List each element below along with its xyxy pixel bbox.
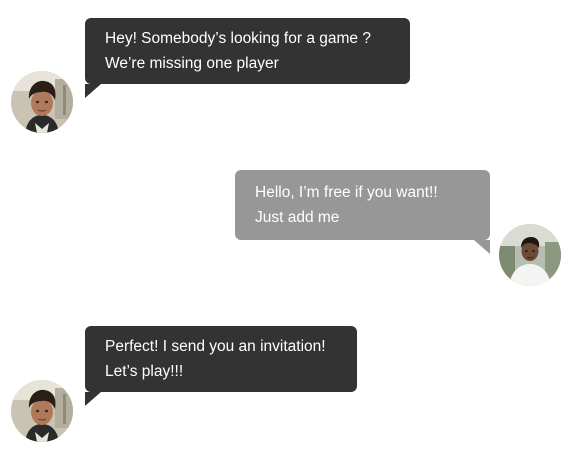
avatar[interactable]: [499, 224, 561, 286]
message-text-line: Hello, I’m free if you want!!: [255, 184, 438, 201]
message-bubble-2: Hello, I’m free if you want!! Just add m…: [235, 170, 490, 254]
bubble-tail: [85, 392, 101, 406]
message-text-line: Perfect! I send you an invitation!: [105, 338, 326, 355]
message-bubble-1: Hey! Somebody’s looking for a game ? We’…: [85, 18, 410, 98]
avatar[interactable]: [11, 71, 73, 133]
avatar[interactable]: [11, 380, 73, 442]
bubble-tail: [474, 240, 490, 254]
message-text-line: We’re missing one player: [105, 55, 279, 72]
message-text-line: Just add me: [255, 209, 340, 226]
message-bubble-3: Perfect! I send you an invitation! Let’s…: [85, 326, 357, 406]
boy-avatar-image: [11, 71, 73, 133]
message-text-line: Let’s play!!!: [105, 363, 184, 380]
boy-avatar-image: [11, 380, 73, 442]
bubble-tail: [85, 84, 101, 98]
message-text-line: Hey! Somebody’s looking for a game ?: [105, 30, 371, 47]
man-avatar-image: [499, 224, 561, 286]
